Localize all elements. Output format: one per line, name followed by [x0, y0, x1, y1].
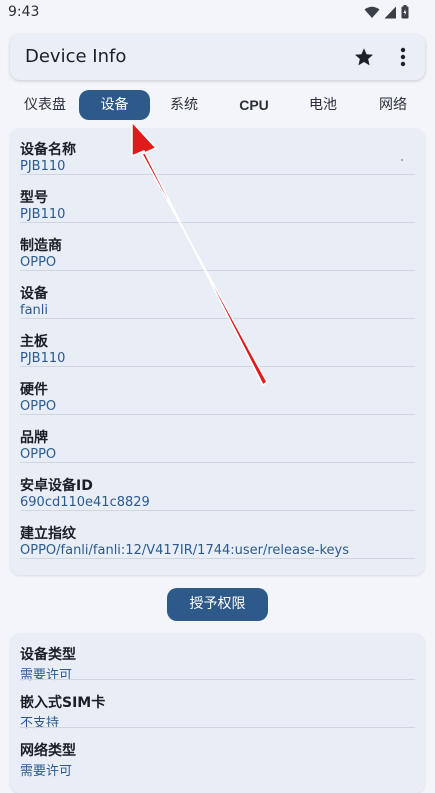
row-value: OPPO/fanli/fanli:12/V417IR/1744:user/rel…: [20, 543, 349, 558]
row-value: PJB110: [20, 159, 66, 174]
row-label: 建立指纹: [20, 526, 76, 542]
row-label: 型号: [20, 190, 48, 206]
row-value: PJB110: [20, 207, 66, 222]
decorative-dot: [401, 159, 403, 161]
divider: [20, 462, 415, 463]
divider: [20, 222, 415, 223]
row-label: 网络类型: [20, 743, 76, 759]
list-item: 安卓设备ID 690cd110e41c8829: [20, 464, 415, 511]
row-value: OPPO: [20, 255, 57, 270]
list-item: 建立指纹 OPPO/fanli/fanli:12/V417IR/1744:use…: [20, 512, 415, 559]
list-item: 设备类型 需要许可: [20, 633, 415, 683]
tab-network[interactable]: 网络: [376, 90, 410, 120]
tab-cpu[interactable]: CPU: [236, 90, 272, 120]
list-item: 硬件 OPPO: [20, 368, 415, 415]
sim-info-card: 设备类型 需要许可 嵌入式SIM卡 不支持 网络类型 需要许可: [10, 633, 425, 793]
divider: [20, 414, 415, 415]
wifi-icon: [364, 6, 380, 19]
more-options-icon[interactable]: [396, 46, 410, 68]
row-label: 制造商: [20, 238, 62, 254]
row-label: 设备: [20, 286, 48, 302]
battery-icon: [401, 5, 409, 19]
divider: [20, 558, 415, 559]
row-value: 需要许可: [20, 764, 73, 779]
row-label: 主板: [20, 334, 48, 350]
row-value: 690cd110e41c8829: [20, 495, 150, 510]
tab-bar: 仪表盘 设备 系统 CPU 电池 网络: [0, 88, 435, 124]
list-item: 网络类型 需要许可: [20, 729, 415, 779]
row-label: 设备名称: [20, 142, 76, 158]
list-item: 嵌入式SIM卡 不支持: [20, 681, 415, 731]
divider: [20, 318, 415, 319]
list-item: 制造商 OPPO: [20, 224, 415, 271]
signal-icon: [384, 6, 397, 19]
row-value: OPPO: [20, 447, 57, 462]
divider: [20, 270, 415, 271]
status-time: 9:43: [8, 4, 40, 20]
row-value: PJB110: [20, 351, 66, 366]
divider: [20, 174, 415, 175]
favorite-star-icon[interactable]: [353, 46, 375, 68]
divider: [20, 727, 415, 728]
row-label: 设备类型: [20, 647, 76, 663]
list-item: 主板 PJB110: [20, 320, 415, 367]
divider: [20, 679, 415, 680]
tab-system[interactable]: 系统: [164, 90, 204, 120]
device-info-card: 设备名称 PJB110 型号 PJB110 制造商 OPPO 设备 fanli …: [10, 128, 425, 575]
row-value: OPPO: [20, 399, 57, 414]
divider: [20, 366, 415, 367]
app-bar: Device Info: [10, 34, 425, 80]
row-label: 品牌: [20, 430, 48, 446]
app-title: Device Info: [25, 46, 127, 67]
list-item: 品牌 OPPO: [20, 416, 415, 463]
tab-dashboard[interactable]: 仪表盘: [20, 90, 70, 120]
tab-battery[interactable]: 电池: [306, 90, 340, 120]
grant-permission-button[interactable]: 授予权限: [167, 588, 268, 621]
row-label: 硬件: [20, 382, 48, 398]
row-value: fanli: [20, 303, 49, 318]
row-label: 安卓设备ID: [20, 478, 93, 494]
status-bar: 9:43: [0, 0, 435, 26]
list-item: 设备 fanli: [20, 272, 415, 319]
status-icons: [364, 5, 409, 19]
divider: [20, 510, 415, 511]
row-label: 嵌入式SIM卡: [20, 695, 106, 711]
list-item: 设备名称 PJB110: [20, 128, 415, 175]
list-item: 型号 PJB110: [20, 176, 415, 223]
tab-device[interactable]: 设备: [79, 90, 150, 120]
